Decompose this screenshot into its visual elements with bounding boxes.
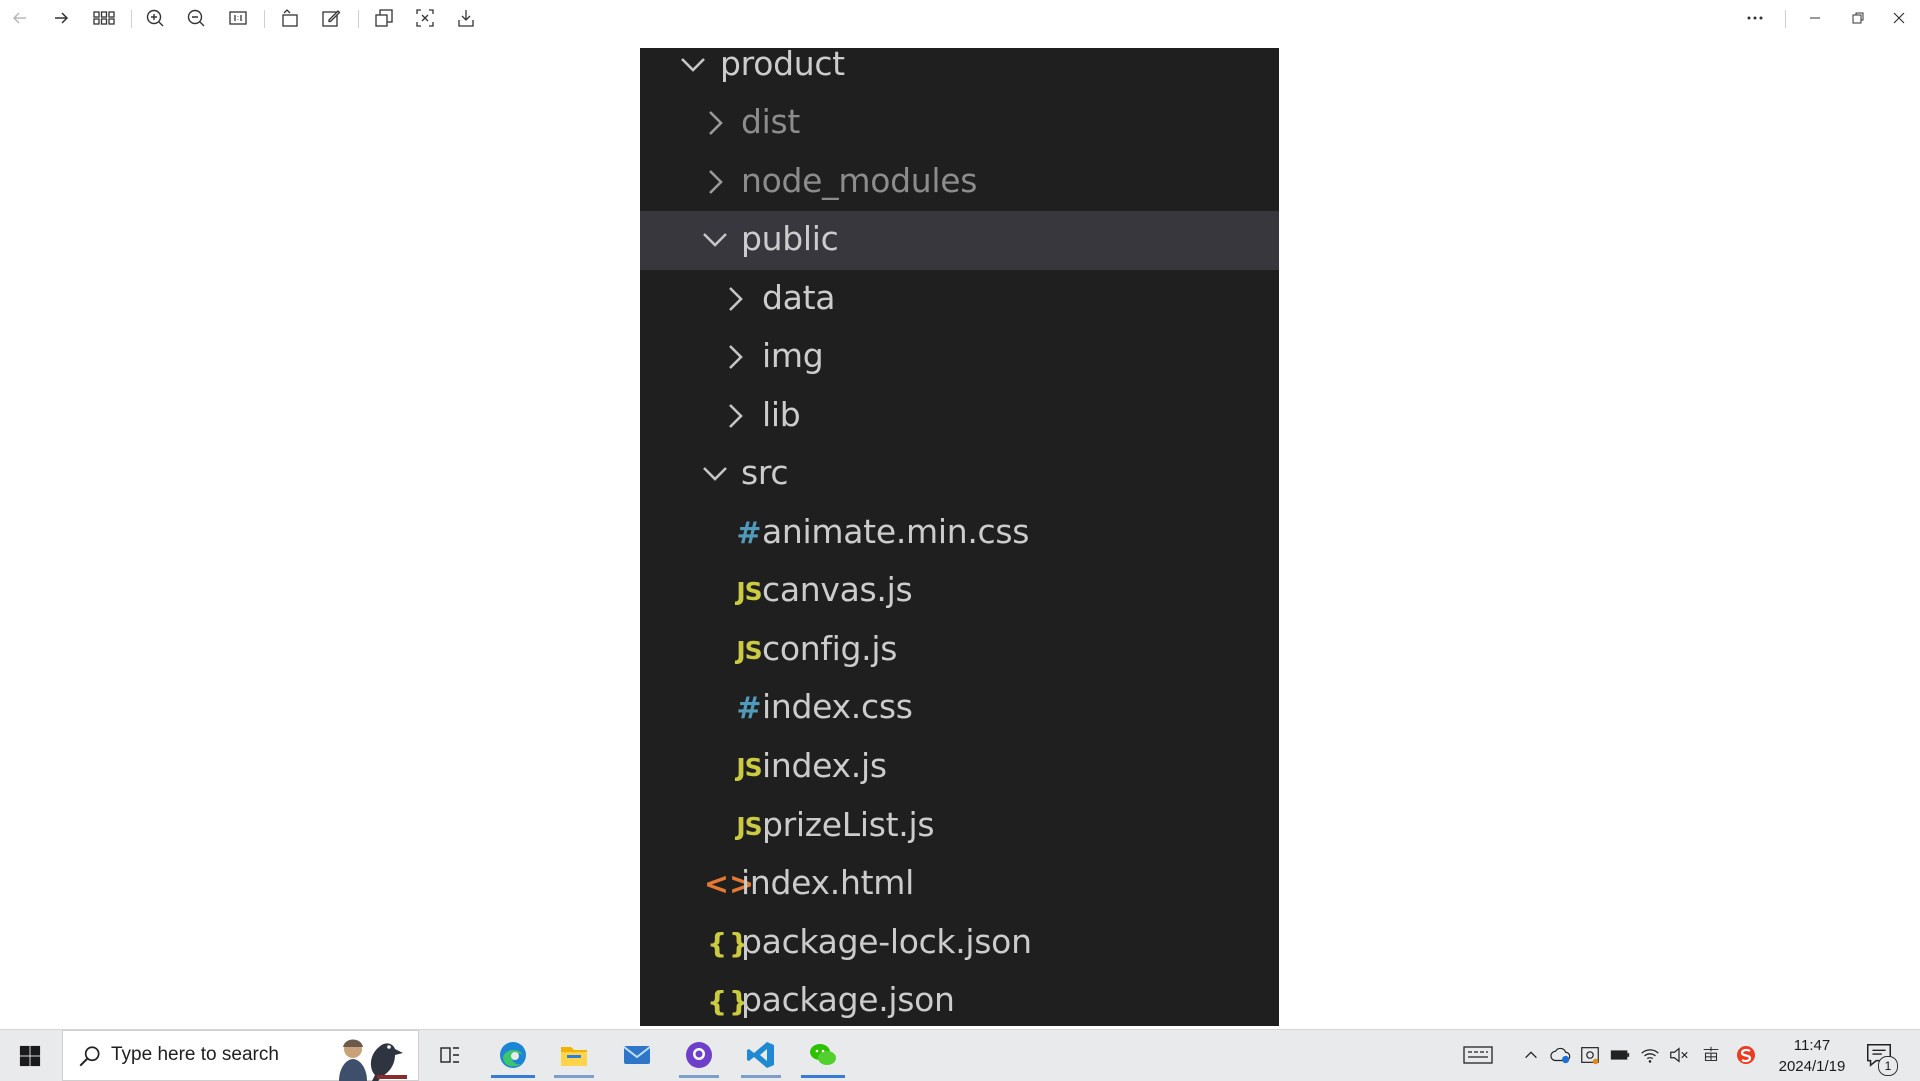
explorer-folder-item[interactable]: img (640, 328, 1279, 387)
explorer-item-label: prizeList.js (762, 805, 935, 844)
edge-browser-icon[interactable] (485, 1032, 541, 1078)
wifi-icon[interactable] (1637, 1042, 1663, 1068)
explorer-file-item[interactable]: {} package.json (640, 972, 1279, 1026)
explorer-item-label: package.json (741, 980, 955, 1019)
zoom-out-icon[interactable] (182, 6, 210, 30)
chevron-down-icon[interactable] (698, 457, 732, 491)
chevron-right-icon[interactable] (718, 340, 752, 374)
explorer-file-item[interactable]: JS config.js (640, 621, 1279, 680)
battery-icon[interactable] (1607, 1042, 1633, 1068)
copy-image-icon[interactable] (370, 6, 398, 30)
explorer-item-label: product (720, 48, 845, 83)
explorer-item-label: src (741, 453, 789, 492)
explorer-item-label: config.js (762, 629, 898, 668)
explorer-item-label: package-lock.json (741, 922, 1032, 961)
actual-size-icon[interactable] (224, 6, 252, 30)
notification-badge: 1 (1878, 1056, 1898, 1076)
back-arrow-icon[interactable] (6, 6, 34, 30)
chevron-down-icon[interactable] (676, 48, 710, 82)
more-options-icon[interactable] (1741, 6, 1769, 30)
system-clock[interactable]: 11:47 2024/1/19 (1766, 1035, 1858, 1077)
sogou-input-icon[interactable] (1733, 1042, 1759, 1068)
explorer-file-item[interactable]: # animate.min.css (640, 504, 1279, 563)
explorer-item-label: canvas.js (762, 570, 913, 609)
taskbar-search-box[interactable]: Type here to search (62, 1030, 419, 1081)
explorer-file-item[interactable]: JS index.js (640, 738, 1279, 797)
grid-view-icon[interactable] (88, 6, 120, 30)
clock-time: 11:47 (1793, 1037, 1831, 1054)
fit-screen-icon[interactable] (411, 6, 439, 30)
taskbar: Type here to search 11:47 2024/1/19 1 (0, 1029, 1920, 1081)
notification-center-icon[interactable]: 1 (1864, 1040, 1898, 1076)
vscode-icon[interactable] (733, 1032, 789, 1078)
chevron-right-icon[interactable] (718, 399, 752, 433)
zoom-in-icon[interactable] (141, 6, 169, 30)
explorer-item-label: public (741, 219, 839, 258)
explorer-file-item[interactable]: JS prizeList.js (640, 797, 1279, 856)
file-explorer-image: product dist node_modulespublic data img lib s… (640, 48, 1279, 1026)
explorer-folder-item[interactable]: node_modules (640, 153, 1279, 212)
explorer-item-label: index.html (741, 863, 914, 902)
forward-arrow-icon[interactable] (47, 6, 75, 30)
input-method-icon[interactable] (1698, 1042, 1724, 1068)
save-download-icon[interactable] (452, 6, 480, 30)
keyboard-layout-icon[interactable] (1461, 1042, 1495, 1068)
github-desktop-icon[interactable] (671, 1032, 727, 1078)
wechat-icon[interactable] (795, 1032, 851, 1078)
close-icon[interactable] (1885, 6, 1913, 30)
explorer-file-item[interactable]: JS canvas.js (640, 562, 1279, 621)
edit-icon[interactable] (317, 6, 345, 30)
show-hidden-icons-chevron-up-icon[interactable] (1518, 1042, 1544, 1068)
chevron-right-icon[interactable] (718, 282, 752, 316)
explorer-item-label: img (762, 336, 824, 375)
explorer-folder-item[interactable]: lib (640, 387, 1279, 446)
rotate-icon[interactable] (276, 6, 304, 30)
explorer-folder-item[interactable]: src (640, 445, 1279, 504)
app-tray-icon[interactable] (1577, 1042, 1603, 1068)
explorer-item-label: data (762, 278, 836, 317)
task-view-icon[interactable] (423, 1032, 479, 1078)
explorer-item-label: lib (762, 395, 801, 434)
explorer-item-label: dist (741, 102, 801, 141)
start-windows-icon[interactable] (8, 1038, 52, 1074)
search-placeholder: Type here to search (111, 1044, 279, 1065)
explorer-folder-item[interactable]: public (640, 211, 1279, 270)
minimize-icon[interactable] (1801, 6, 1829, 30)
explorer-file-item[interactable]: <> index.html (640, 855, 1279, 914)
file-explorer-icon[interactable] (546, 1032, 602, 1078)
explorer-item-label: index.css (762, 687, 913, 726)
chevron-right-icon[interactable] (698, 106, 732, 140)
search-highlight-illustration-icon (339, 1039, 407, 1081)
explorer-folder-item[interactable]: dist (640, 94, 1279, 153)
restore-icon[interactable] (1844, 6, 1872, 30)
explorer-item-label: animate.min.css (762, 512, 1030, 551)
chevron-down-icon[interactable] (698, 223, 732, 257)
explorer-folder-item[interactable]: data (640, 270, 1279, 329)
mail-icon[interactable] (609, 1032, 665, 1078)
chevron-right-icon[interactable] (698, 165, 732, 199)
onedrive-status-icon[interactable] (1548, 1042, 1574, 1068)
explorer-item-label: node_modules (741, 161, 978, 200)
clock-date: 2024/1/19 (1778, 1058, 1846, 1075)
volume-muted-icon[interactable] (1666, 1042, 1692, 1068)
explorer-file-item[interactable]: {} package-lock.json (640, 914, 1279, 973)
explorer-file-item[interactable]: # index.css (640, 679, 1279, 738)
explorer-item-label: index.js (762, 746, 887, 785)
viewer-toolbar (0, 0, 1920, 36)
search-icon (79, 1046, 100, 1067)
explorer-folder-item[interactable]: product (640, 48, 1279, 95)
